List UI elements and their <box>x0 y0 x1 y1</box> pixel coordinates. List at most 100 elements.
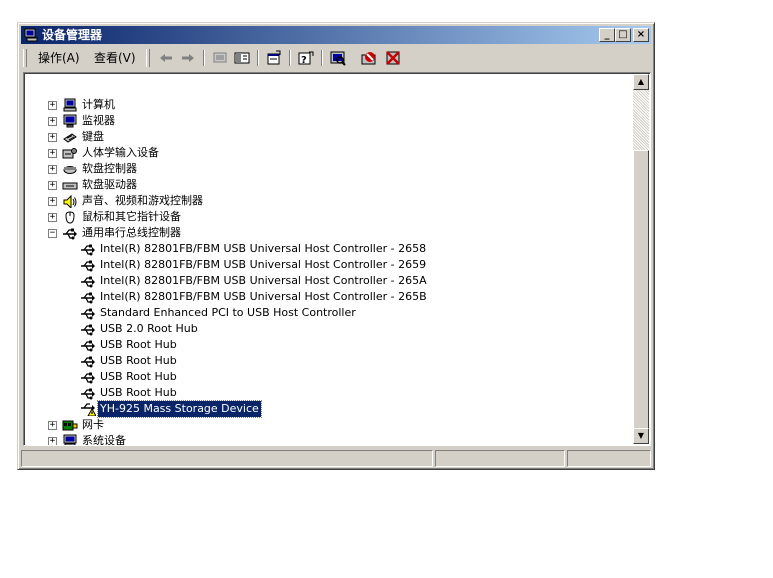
scroll-down-button[interactable]: ▼ <box>633 428 649 444</box>
tree-item-label[interactable]: 系统设备 <box>80 433 128 445</box>
tree-device-item[interactable]: Intel(R) 82801FB/FBM USB Universal Host … <box>24 289 624 305</box>
tree-device-item[interactable]: YH-925 Mass Storage Device <box>24 400 624 418</box>
toolbar-separator <box>321 50 323 66</box>
scan-hardware-icon[interactable] <box>329 49 347 67</box>
tree-item-label[interactable]: Intel(R) 82801FB/FBM USB Universal Host … <box>98 241 428 257</box>
tree-category-item[interactable]: + 键盘 <box>24 129 624 145</box>
disable-icon[interactable] <box>384 49 402 67</box>
device-manager-app-icon <box>24 28 38 42</box>
properties-panel-icon[interactable] <box>233 49 251 67</box>
status-bar <box>21 450 651 467</box>
toolbar-separator <box>203 50 205 66</box>
back-arrow-icon[interactable] <box>157 49 175 67</box>
status-pane-secondary <box>435 450 565 467</box>
expand-toggle-icon[interactable]: + <box>48 133 57 142</box>
tree-category-item[interactable]: + 鼠标和其它指针设备 <box>24 209 624 225</box>
tree-device-item[interactable]: Intel(R) 82801FB/FBM USB Universal Host … <box>24 273 624 289</box>
tree-item-label[interactable]: Intel(R) 82801FB/FBM USB Universal Host … <box>98 257 428 273</box>
usb-icon <box>81 244 95 256</box>
minimize-button[interactable]: _ <box>599 28 615 42</box>
tree-device-item[interactable]: Intel(R) 82801FB/FBM USB Universal Host … <box>24 257 624 273</box>
monitor-icon <box>63 114 77 128</box>
tree-device-item[interactable]: USB Root Hub <box>24 369 624 385</box>
tree-item-label[interactable]: USB Root Hub <box>98 353 179 369</box>
forward-arrow-icon[interactable] <box>179 49 197 67</box>
tree-item-label[interactable]: 监视器 <box>80 113 117 129</box>
scroll-up-button[interactable]: ▲ <box>633 74 649 90</box>
tree-item-label[interactable]: 通用串行总线控制器 <box>80 225 183 241</box>
tree-category-item[interactable]: + 声音、视频和游戏控制器 <box>24 193 624 209</box>
maximize-button[interactable]: □ <box>615 28 631 42</box>
tree-category-item[interactable]: + 人体学输入设备 <box>24 145 624 161</box>
computer-icon <box>63 98 77 112</box>
tree-item-label[interactable]: Standard Enhanced PCI to USB Host Contro… <box>98 305 358 321</box>
computer-tree-icon[interactable] <box>211 49 229 67</box>
toolbar: 操作(A) 查看(V) ? <box>21 47 651 69</box>
expand-toggle-icon[interactable]: + <box>48 213 57 222</box>
tree-item-label[interactable]: Intel(R) 82801FB/FBM USB Universal Host … <box>98 289 429 305</box>
help-icon[interactable]: ? <box>297 49 315 67</box>
menu-view[interactable]: 查看(V) <box>94 50 136 66</box>
status-pane-main <box>21 450 433 467</box>
sound-icon <box>63 194 77 208</box>
properties-icon[interactable] <box>265 49 283 67</box>
tree-device-item[interactable]: Standard Enhanced PCI to USB Host Contro… <box>24 305 624 321</box>
tree-item-label[interactable]: YH-925 Mass Storage Device <box>97 400 262 418</box>
tree-item-label[interactable]: Intel(R) 82801FB/FBM USB Universal Host … <box>98 273 429 289</box>
menu-action[interactable]: 操作(A) <box>38 50 80 66</box>
scroll-thumb[interactable] <box>633 150 649 432</box>
collapse-toggle-icon[interactable]: − <box>48 229 57 238</box>
expand-toggle-icon[interactable]: + <box>48 181 57 190</box>
usb-icon <box>81 260 95 272</box>
tree-item-label[interactable]: 计算机 <box>80 97 117 113</box>
floppy-drive-icon <box>62 182 78 190</box>
usb-warning-icon <box>81 403 96 416</box>
tree-item-label[interactable]: USB Root Hub <box>98 369 179 385</box>
usb-icon <box>81 356 95 368</box>
tree-device-item[interactable]: Intel(R) 82801FB/FBM USB Universal Host … <box>24 241 624 257</box>
tree-category-item[interactable]: + 计算机 <box>24 97 624 113</box>
tree-category-item[interactable]: − 通用串行总线控制器 <box>24 225 624 241</box>
expand-toggle-icon[interactable]: + <box>48 421 57 430</box>
tree-item-label[interactable]: USB Root Hub <box>98 385 179 401</box>
tree-device-item[interactable]: USB Root Hub <box>24 353 624 369</box>
floppy-controller-icon <box>63 166 77 174</box>
mouse-icon <box>65 211 75 224</box>
device-manager-window: 设备管理器 _ □ × 操作(A) 查看(V) ? + 计算机 + 监视器 + … <box>17 22 655 470</box>
svg-text:?: ? <box>301 55 307 66</box>
tree-category-item[interactable]: + 监视器 <box>24 113 624 129</box>
toolbar-separator <box>257 50 259 66</box>
toolbar-grip[interactable] <box>146 49 150 67</box>
tree-device-item[interactable]: USB Root Hub <box>24 385 624 401</box>
expand-toggle-icon[interactable]: + <box>48 149 57 158</box>
title-bar[interactable]: 设备管理器 _ □ × <box>21 26 651 44</box>
tree-device-item[interactable]: USB 2.0 Root Hub <box>24 321 624 337</box>
tree-item-label[interactable]: USB Root Hub <box>98 337 179 353</box>
tree-category-item[interactable]: + 软盘控制器 <box>24 161 624 177</box>
tree-category-item[interactable]: + 网卡 <box>24 417 624 433</box>
tree-item-label[interactable]: 键盘 <box>80 129 106 145</box>
tree-item-label[interactable]: 人体学输入设备 <box>80 145 161 161</box>
tree-category-item[interactable]: + 软盘驱动器 <box>24 177 624 193</box>
tree-item-label[interactable]: 软盘驱动器 <box>80 177 139 193</box>
menu-grip[interactable] <box>23 49 27 67</box>
tree-device-item[interactable]: USB Root Hub <box>24 337 624 353</box>
expand-toggle-icon[interactable]: + <box>48 165 57 174</box>
expand-toggle-icon[interactable]: + <box>48 101 57 110</box>
expand-toggle-icon[interactable]: + <box>48 117 57 126</box>
expand-toggle-icon[interactable]: + <box>48 197 57 206</box>
usb-icon <box>81 340 95 352</box>
tree-category-item[interactable]: + 系统设备 <box>24 433 624 445</box>
tree-item-label[interactable]: USB 2.0 Root Hub <box>98 321 200 337</box>
device-tree[interactable]: + 计算机 + 监视器 + 键盘 + 人体学输入设备 + 软盘控制器 + 软盘驱动器 + 声音、视频和游戏… <box>23 72 651 446</box>
uninstall-icon[interactable] <box>360 49 378 67</box>
tree-item-label[interactable]: 鼠标和其它指针设备 <box>80 209 183 225</box>
tree-item-label[interactable]: 声音、视频和游戏控制器 <box>80 193 205 209</box>
toolbar-separator <box>289 50 291 66</box>
close-button[interactable]: × <box>633 28 649 42</box>
tree-item-label[interactable]: 软盘控制器 <box>80 161 139 177</box>
tree-item-label[interactable]: 网卡 <box>80 417 106 433</box>
system-device-icon <box>63 434 77 445</box>
expand-toggle-icon[interactable]: + <box>48 437 57 445</box>
vertical-scrollbar[interactable]: ▲ ▼ <box>633 74 649 444</box>
